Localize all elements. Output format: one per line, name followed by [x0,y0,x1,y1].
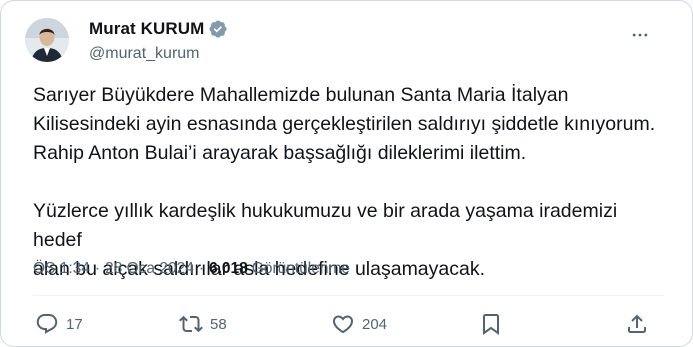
tweet-line: Rahip Anton Bulai’i arayarak başsağlığı … [33,142,527,164]
heart-icon [332,315,354,334]
tweet-line: Kilisesindeki ayin esnasında gerçekleşti… [33,113,656,135]
tweet-line: Sarıyer Büyükdere Mahallemizde bulunan S… [33,84,569,106]
tweet-card: Murat KURUM @murat_kurum Sarıyer Büyükde… [0,0,693,347]
tweet-date[interactable]: 28 Oca 2024 [105,260,194,278]
share-button[interactable] [625,312,649,336]
action-bar: 17 58 204 [33,312,653,342]
verified-badge-icon [208,19,228,39]
retweet-button[interactable]: 58 [179,312,227,336]
meta-separator: · [94,260,101,277]
like-count: 204 [362,315,388,333]
reply-count: 17 [66,315,83,333]
reply-button[interactable]: 17 [35,312,83,336]
tweet-line: Yüzlerce yıllık kardeşlik hukukumuzu ve … [33,200,618,251]
like-button[interactable]: 204 [331,312,387,336]
reply-icon [36,314,58,334]
bookmark-button[interactable] [479,312,503,336]
tweet-meta: ÖS 1:34 · 28 Oca 2024 · 6.018 Görüntülen… [33,260,350,278]
share-icon [628,314,646,333]
author-handle[interactable]: @murat_kurum [89,45,200,63]
avatar[interactable] [25,18,69,62]
author-display-name[interactable]: Murat KURUM [89,19,204,39]
tweet-paragraph: Sarıyer Büyükdere Mahallemizde bulunan S… [33,81,668,168]
tweet-text: Sarıyer Büyükdere Mahallemizde bulunan S… [33,81,668,284]
views-count: 6.018 [208,260,248,277]
tweet-time[interactable]: ÖS 1:34 [33,260,90,278]
more-horizontal-icon[interactable] [628,23,652,47]
bookmark-icon [483,314,499,335]
author-name-row: Murat KURUM [89,19,228,39]
retweet-icon [179,315,203,333]
meta-separator: · [198,260,204,277]
views-label: Görüntülenme [251,260,351,277]
divider [33,295,664,296]
retweet-count: 58 [210,315,227,333]
